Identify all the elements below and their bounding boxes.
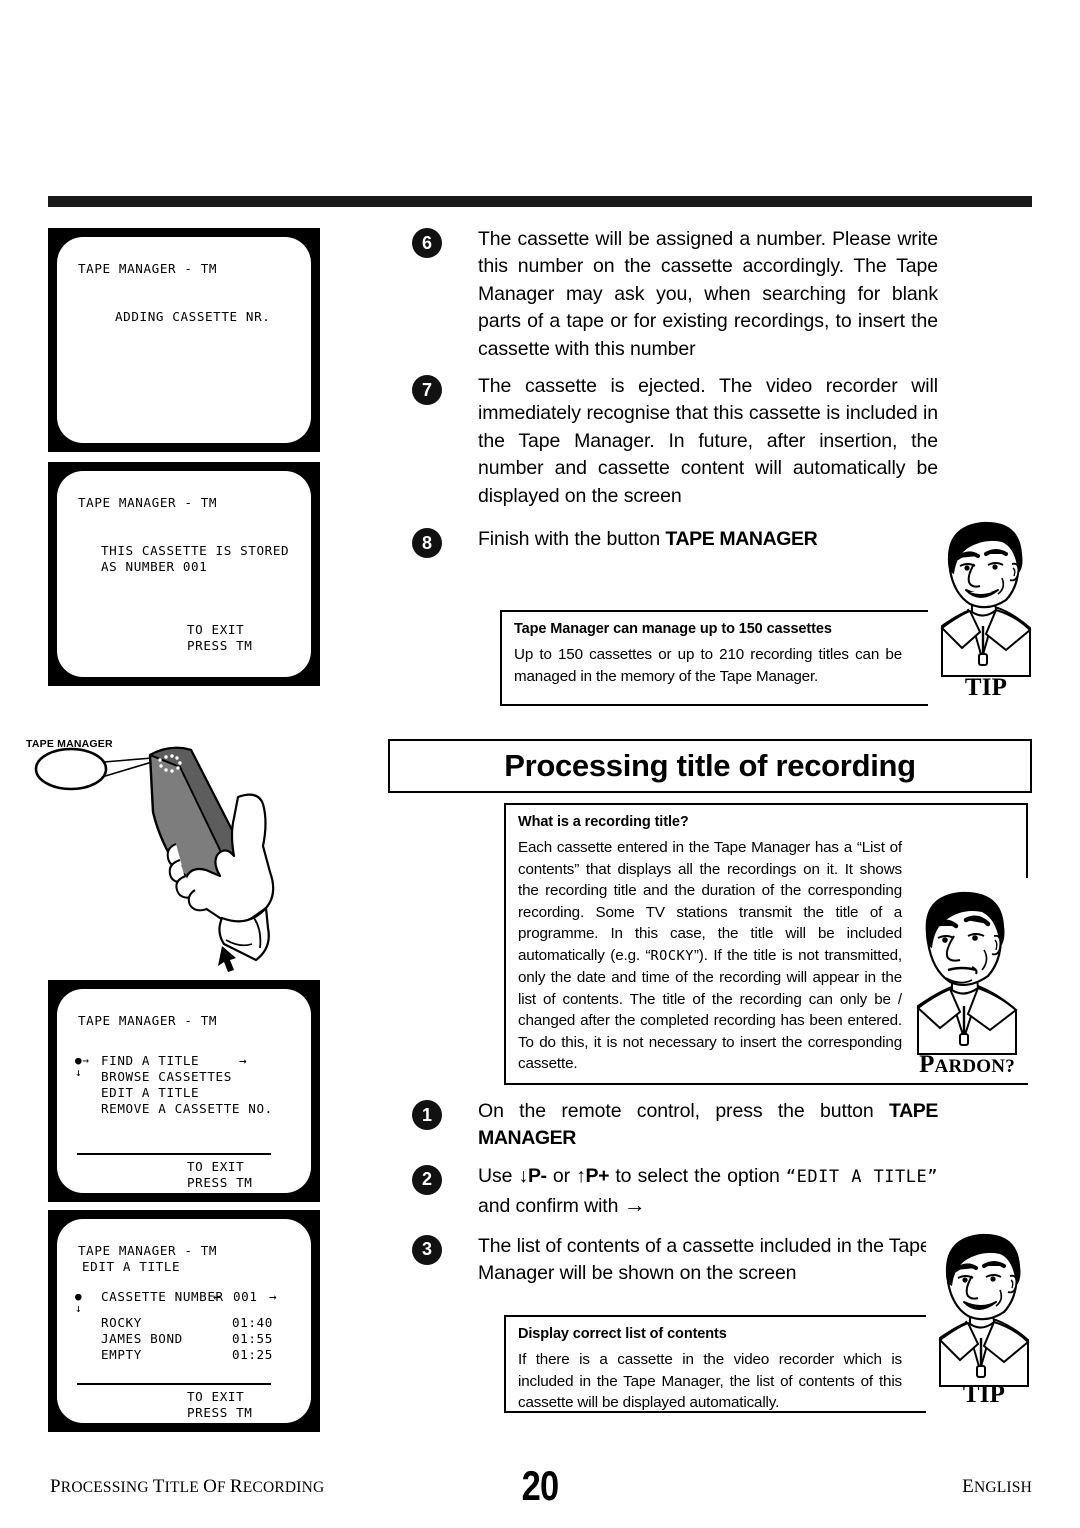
step-text-prefix: On the remote control, press the button (478, 1100, 890, 1122)
callout-body: Each cassette entered in the Tape Manage… (506, 830, 914, 1085)
callout-heading: What is a recording title? (518, 814, 689, 830)
step-number-badge: 3 (412, 1234, 442, 1265)
step-number-badge: 1 (412, 1100, 442, 1130)
page-number: 20 (521, 1462, 559, 1509)
osd-cursor-marks: ●→ ↓ (75, 1054, 90, 1079)
step-number-badge: 2 (412, 1164, 442, 1195)
step-number-badge: 7 (412, 375, 442, 406)
callout-heading: Display correct list of contents (518, 1326, 727, 1342)
step-1: 1 On the remote control, press the butto… (400, 1098, 938, 1153)
tv-screen-adding-cassette: TAPE MANAGER - TM ADDING CASSETTE NR. (48, 228, 320, 452)
osd-exit-hint: TO EXIT PRESS TM (187, 622, 253, 653)
osd-exit-hint: TO EXIT PRESS TM (187, 1389, 253, 1420)
step-text: Finish with the button TAPE MANAGER (478, 526, 938, 553)
mascot-tip-smiling-man-2: TIP (926, 1228, 1042, 1413)
steps-top-group: 6 The cassette will be assigned a number… (400, 226, 938, 563)
tv-inner: TAPE MANAGER - TM THIS CASSETTE IS STORE… (57, 471, 311, 677)
osd-content-title-2: EMPTY (101, 1347, 142, 1362)
step-text-part-a: Use (478, 1164, 519, 1187)
step-text: The cassette is ejected. The video recor… (478, 375, 938, 507)
step-text: The list of contents of a cassette inclu… (478, 1234, 931, 1285)
remote-control-svg (34, 746, 275, 972)
callout-heading: Tape Manager can manage up to 150 casset… (514, 621, 832, 637)
mascot-tip-smiling-man: TIP (928, 508, 1044, 706)
page-title: Processing title of recording (504, 748, 916, 783)
step-text-part-c: or (546, 1164, 577, 1187)
button-name-tape-manager[interactable]: TAPE MANAGER (665, 528, 817, 550)
step-6: 6 The cassette will be assigned a number… (400, 226, 938, 363)
osd-right-arrow-icon[interactable]: → (269, 1289, 277, 1305)
tv-inner: TAPE MANAGER - TM ●→ ↓ FIND A TITLE → BR… (57, 989, 311, 1193)
osd-menu-item-browse-cassettes[interactable]: BROWSE CASSETTES (101, 1069, 232, 1085)
step-text-prefix: Finish with the button (478, 528, 666, 551)
callout-body: If there is a cassette in the video reco… (518, 1351, 902, 1411)
osd-menu-right-arrow-icon: → (239, 1053, 248, 1068)
steps-bottom-group: 1 On the remote control, press the butto… (400, 1098, 938, 1297)
osd-title: TAPE MANAGER - TM (78, 1243, 218, 1258)
step-7: 7 The cassette is ejected. The video rec… (400, 373, 938, 510)
mascot-word-initial: T (964, 674, 982, 701)
button-program-up-icon[interactable]: ↑P+ (576, 1165, 609, 1187)
tv-inner: TAPE MANAGER - TM ADDING CASSETTE NR. (57, 237, 311, 443)
mascot-word-rest: ARDON? (934, 1056, 1015, 1077)
callout-body-osd-example: ROCKY (650, 947, 694, 964)
osd-content-duration-2: 01:25 (232, 1347, 273, 1362)
osd-exit-hint: TO EXIT PRESS TM (187, 1159, 253, 1190)
step-3: 3 The list of contents of a cassette inc… (400, 1233, 938, 1288)
tv-screen-edit-a-title: TAPE MANAGER - TM EDIT A TITLE ● ↓ CASSE… (48, 1210, 320, 1432)
button-right-arrow-icon[interactable]: → (624, 1192, 646, 1217)
osd-menu-item-remove-a-cassette-no[interactable]: REMOVE A CASSETTE NO. (101, 1101, 273, 1117)
top-rule (48, 196, 1032, 207)
mascot-word-tip: TIP (926, 1381, 1042, 1409)
step-2: 2 Use ↓P- or ↑P+ to select the option “E… (400, 1163, 938, 1221)
osd-divider (77, 1153, 271, 1155)
osd-cursor-marks: ● ↓ (75, 1290, 83, 1315)
tv-screen-tape-manager-menu: TAPE MANAGER - TM ●→ ↓ FIND A TITLE → BR… (48, 980, 320, 1202)
mascot-word-pardon: PARDON? (906, 1051, 1028, 1079)
step-text-part-g: and confirm with (478, 1195, 624, 1218)
step-text: Use ↓P- or ↑P+ to select the option “EDI… (478, 1163, 938, 1221)
osd-title: TAPE MANAGER - TM (78, 495, 218, 510)
osd-field-label-cassette-number: CASSETTE NUMBER (101, 1289, 224, 1304)
osd-message: THIS CASSETTE IS STORED AS NUMBER 001 (101, 543, 290, 574)
step-8: 8 Finish with the button TAPE MANAGER (400, 526, 938, 559)
osd-message: ADDING CASSETTE NR. (115, 309, 271, 324)
button-program-down-icon[interactable]: ↓P- (519, 1165, 547, 1187)
osd-title: TAPE MANAGER - TM (78, 1013, 218, 1028)
step-text-part-e: to select the option (609, 1164, 786, 1187)
page-footer: PROCESSING TITLE OF RECORDING 20 ENGLISH (0, 1462, 1080, 1522)
osd-divider (77, 1383, 271, 1385)
osd-content-title-1: JAMES BOND (101, 1331, 183, 1346)
mascot-word-initial: P (919, 1051, 935, 1078)
osd-menu-item-edit-a-title[interactable]: EDIT A TITLE (101, 1085, 199, 1101)
osd-title: TAPE MANAGER - TM (78, 261, 218, 276)
manual-page: TAPE MANAGER - TM ADDING CASSETTE NR. TA… (0, 0, 1080, 1528)
section-heading-box: Processing title of recording (388, 739, 1032, 793)
step-text: The cassette will be assigned a number. … (478, 228, 938, 360)
mascot-pardon-puzzled-man: PARDON? (906, 878, 1028, 1083)
footer-language-label: ENGLISH (962, 1476, 1032, 1497)
callout-body-part-a: Each cassette entered in the Tape Manage… (518, 839, 902, 964)
osd-content-title-0: ROCKY (101, 1315, 142, 1330)
tv-inner: TAPE MANAGER - TM EDIT A TITLE ● ↓ CASSE… (57, 1219, 311, 1423)
osd-subtitle: EDIT A TITLE (82, 1259, 181, 1274)
osd-field-value-cassette-number: 001 (233, 1289, 258, 1304)
tv-screen-cassette-stored: TAPE MANAGER - TM THIS CASSETTE IS STORE… (48, 462, 320, 686)
osd-content-duration-1: 01:55 (232, 1331, 273, 1346)
mascot-word-rest: IP (981, 674, 1008, 701)
mascot-word-rest: IP (979, 1381, 1006, 1408)
step-number-badge: 6 (412, 228, 442, 258)
osd-left-arrow-icon[interactable]: ← (213, 1289, 221, 1305)
step-number-badge: 8 (412, 528, 442, 559)
osd-content-duration-0: 01:40 (232, 1315, 273, 1330)
mascot-word-tip: TIP (928, 674, 1044, 702)
menu-option-edit-a-title[interactable]: “EDIT A TITLE” (786, 1167, 938, 1187)
osd-menu-item-find-a-title[interactable]: FIND A TITLE (101, 1053, 199, 1069)
mascot-word-initial: T (962, 1381, 980, 1408)
callout-body: Up to 150 cassettes or up to 210 recordi… (514, 646, 902, 685)
remote-control-illustration (20, 722, 380, 972)
step-text: On the remote control, press the button … (478, 1098, 938, 1153)
callout-body-part-b: ”). If the title is not transmitted, onl… (518, 946, 902, 1073)
